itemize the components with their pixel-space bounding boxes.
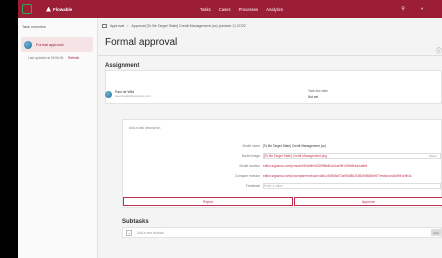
task-description-input[interactable]: Add a task description xyxy=(129,126,160,130)
title-actions: ⓘ ⋮ xyxy=(436,46,442,55)
decision-buttons: Reject Approve xyxy=(123,197,442,206)
breadcrumb-parent[interactable]: Approval xyxy=(110,24,124,28)
field-label: Feedback xyxy=(246,184,260,188)
field-label: Model image xyxy=(241,154,260,158)
nav-analytics[interactable]: Analytics xyxy=(266,7,283,12)
due-date-label: Task due date xyxy=(308,89,328,93)
plus-icon: + xyxy=(126,229,132,236)
last-updated-text: Last updated at 09:56:06 xyxy=(28,56,64,60)
show-image-button[interactable]: Show xyxy=(429,154,437,158)
sidebar-title: Task overview xyxy=(22,25,46,29)
feedback-input[interactable]: Enter a value xyxy=(263,182,441,189)
flowable-logo-icon xyxy=(46,6,51,12)
reject-button[interactable]: Reject xyxy=(123,197,293,206)
add-subtask-button[interactable]: Add xyxy=(431,229,441,236)
app-logo-icon[interactable] xyxy=(22,4,32,14)
model-name-value: [To Be Target State] Credit Management (… xyxy=(263,144,327,148)
avatar xyxy=(24,40,32,49)
user-menu-icon[interactable]: ◐ xyxy=(421,6,424,12)
sidebar-task-item[interactable]: Formal approval xyxy=(21,37,93,52)
task-form: Add a task description Model name [To Be… xyxy=(122,119,442,208)
nav-cases[interactable]: Cases xyxy=(219,7,231,12)
nav-tasks[interactable]: Tasks xyxy=(200,7,211,12)
subtask-input[interactable]: + Add a new subtask xyxy=(123,228,433,237)
breadcrumb-separator: › xyxy=(127,24,129,28)
approve-button[interactable]: Approve xyxy=(294,197,442,206)
info-icon[interactable]: ⓘ xyxy=(436,46,442,55)
assignee-email: paul.dewild@example.com xyxy=(115,94,151,98)
search-icon[interactable]: ⚲ xyxy=(401,6,405,12)
field-label: Model location xyxy=(239,164,260,168)
breadcrumb: Approval › Approval [To Be Target State]… xyxy=(102,24,246,28)
last-updated: Last updated at 09:56:06 Refresh xyxy=(18,52,97,60)
main-content: Approval › Approval [To Be Target State]… xyxy=(98,18,442,258)
feedback-placeholder: Enter a value xyxy=(264,183,283,188)
subtasks-card: + Add a new subtask Add xyxy=(122,227,442,238)
due-date-value[interactable]: Not set xyxy=(308,95,318,99)
subtasks-heading: Subtasks xyxy=(122,219,149,225)
assignment-card xyxy=(105,70,442,104)
title-divider xyxy=(98,55,442,56)
breadcrumb-current[interactable]: Approval [To Be Target State] Credit Man… xyxy=(131,24,245,28)
model-image-filename: [To Be Target State] Credit Management.p… xyxy=(264,153,328,158)
top-bar: Flowable Tasks Cases Processes Analytics… xyxy=(18,0,442,18)
assignment-heading: Assignment xyxy=(105,63,140,69)
model-image-file[interactable]: [To Be Target State] Credit Management.p… xyxy=(263,152,441,159)
brand-name: Flowable xyxy=(53,6,73,12)
nav-processes[interactable]: Processes xyxy=(239,7,259,12)
sidebar-task-label: Formal approval xyxy=(36,42,64,47)
model-location-link[interactable]: editor.signavio.com/p/model/4f4e6b9d31f9… xyxy=(263,164,367,168)
top-right-actions: ⚲ ◐ xyxy=(401,0,424,18)
main-nav: Tasks Cases Processes Analytics xyxy=(200,0,283,18)
assignee[interactable]: Paul de Wild paul.dewild@example.com xyxy=(105,90,151,98)
subtask-placeholder: Add a new subtask xyxy=(137,230,164,235)
brand-logo[interactable]: Flowable xyxy=(46,6,73,12)
refresh-link[interactable]: Refresh xyxy=(68,56,79,60)
compare-revision-link[interactable]: editor.signavio.com/p/compare/revision/4… xyxy=(263,174,412,178)
app-window: Flowable Tasks Cases Processes Analytics… xyxy=(18,0,442,258)
task-sidebar: Task overview Formal approval Last updat… xyxy=(18,18,98,258)
field-label: Model name xyxy=(242,144,260,148)
avatar xyxy=(105,90,112,98)
folder-icon xyxy=(102,24,107,28)
field-label: Compare revision xyxy=(235,174,260,178)
page-title: Formal approval xyxy=(105,37,178,48)
